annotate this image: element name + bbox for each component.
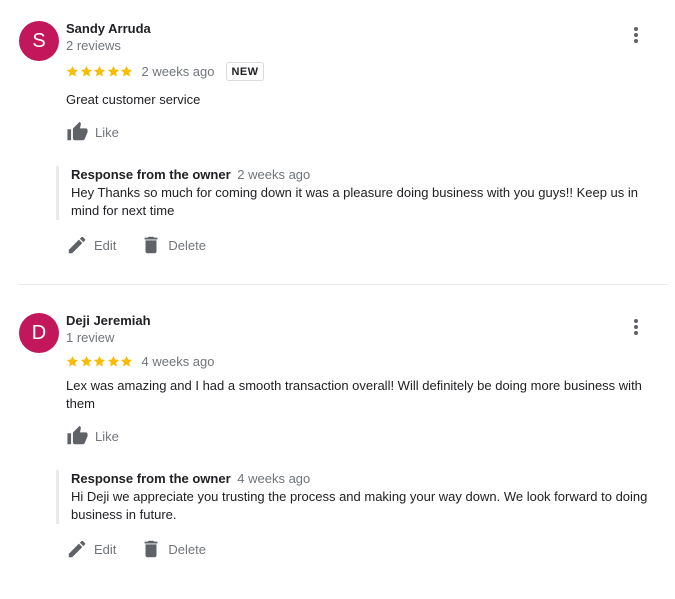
review-text: Lex was amazing and I had a smooth trans… <box>66 378 642 411</box>
response-text: Hi Deji we appreciate you trusting the p… <box>71 489 648 522</box>
rating-row: 4 weeks ago <box>66 352 215 370</box>
avatar[interactable]: D <box>19 313 59 353</box>
star-icon <box>80 355 94 368</box>
edit-label: Edit <box>94 541 117 557</box>
delete-button[interactable]: Delete <box>140 538 206 560</box>
star-icon <box>66 355 80 368</box>
like-button[interactable]: Like <box>66 424 119 448</box>
star-icon <box>120 355 134 368</box>
trash-icon <box>144 540 158 558</box>
pencil-icon <box>68 540 86 558</box>
response-time: 4 weeks ago <box>237 471 311 486</box>
owner-response: Response from the owner 4 weeks ago Hi D… <box>56 470 656 524</box>
star-rating <box>66 355 134 368</box>
like-label: Like <box>95 428 119 444</box>
star-icon <box>107 355 121 368</box>
delete-label: Delete <box>168 541 206 557</box>
review-count: 1 review <box>66 330 115 345</box>
star-icon <box>93 355 107 368</box>
response-label: Response from the owner <box>71 471 231 486</box>
owner-actions: Edit Delete <box>66 537 230 561</box>
more-options-icon[interactable] <box>626 317 646 337</box>
thumbs-up-icon <box>67 425 88 445</box>
reviewer-name[interactable]: Deji Jeremiah <box>66 313 151 328</box>
edit-button[interactable]: Edit <box>66 538 116 560</box>
review-card: D Deji Jeremiah 1 review 4 weeks ago Lex… <box>0 0 675 599</box>
review-time: 4 weeks ago <box>141 353 215 369</box>
